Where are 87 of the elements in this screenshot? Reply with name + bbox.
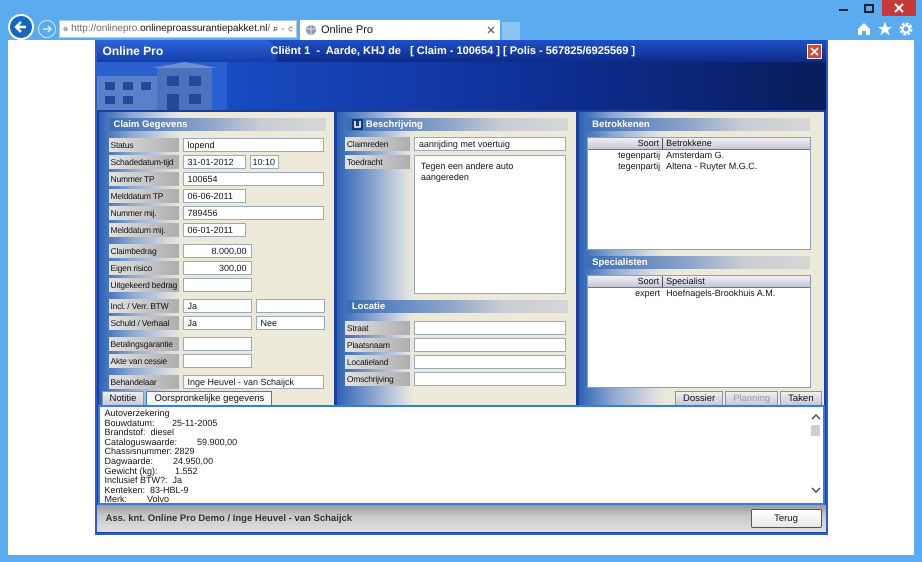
input-field[interactable] [182,337,252,351]
input-field[interactable]: 100654 [182,172,324,186]
section-header: Beschrijving [346,118,568,131]
field-label: Omschrijving [344,372,410,386]
star-icon[interactable] [877,20,893,36]
section-header: Betrokkenen [587,118,810,131]
field-label: Incl. / Verr. BTW [108,299,178,313]
list-cell[interactable]: Hoefnagels-Brookhuis A.M. [663,288,776,299]
input-field[interactable]: aanrijding met voertuig [414,137,566,151]
maximize-icon [864,4,874,12]
field-label: Melddatum mij. [108,223,178,237]
arrow-right-icon [42,24,52,34]
field-label: Akte van cessie [108,354,178,368]
field-label: Schadedatum-tijd [108,155,178,169]
input-field[interactable]: 789456 [182,206,324,220]
close-icon [894,3,904,13]
settings-icon[interactable] [898,20,914,36]
input-field[interactable]: Nee [256,316,324,330]
input-field[interactable]: lopend [182,138,324,152]
field-label: Locatieland [344,355,410,369]
field-label: Betalingsgarantie [108,337,178,351]
input-field[interactable] [414,338,566,352]
tab[interactable]: Dossier [674,391,724,405]
section-header: Claim Gegevens [108,118,326,131]
section-header: Specialisten [587,256,810,269]
status-text: Ass. knt. Online Pro Demo / Inge Heuvel - van Schaijck [106,513,354,524]
window-title: Cliënt 1 - Aarde, KHJ de [ Claim - 100654 ] [ Polis - 567825/6925569 ] [270,45,636,57]
field-label: Status [108,138,178,152]
scroll-up-icon[interactable] [810,413,820,421]
forward-button[interactable] [38,20,56,38]
list-cell[interactable]: tegenpartij [588,161,664,172]
input-field[interactable] [182,354,252,368]
back-button[interactable] [8,14,34,40]
field-label: Nummer TP [108,172,178,186]
list-cell[interactable]: expert [588,288,664,299]
input-field[interactable]: 10:10 [250,155,278,169]
input-field[interactable]: Ja [182,316,252,330]
column-header[interactable]: Specialist [663,276,705,287]
arrow-left-icon [14,20,28,34]
list-cell[interactable]: Altena - Ruyter M.G.C. [663,161,758,172]
browser-tab[interactable]: Online Pro [300,20,500,40]
tab[interactable]: Oorspronkelijke gegevens [146,391,272,405]
input-field[interactable]: 300,00 [182,261,252,275]
input-field[interactable]: 06-01-2011 [182,223,246,237]
field-label: Melddatum TP [108,189,178,203]
column-header[interactable]: Betrokkene [663,138,712,149]
column-header[interactable]: Soort [588,138,664,149]
list-cell[interactable]: Amsterdam G. [663,150,724,161]
text-area[interactable]: Tegen een andere auto aangereden [414,155,566,294]
input-field[interactable] [414,355,566,369]
section-header: Locatie [346,300,568,313]
input-field[interactable]: 06-06-2011 [182,189,246,203]
input-field[interactable]: Ja [182,299,252,313]
field-label: Claimbedrag [108,244,178,258]
field-label: Nummer mij. [108,206,178,220]
home-icon[interactable] [856,20,872,36]
field-label: Straat [344,321,410,335]
field-label: Toedracht [344,155,410,169]
close-button[interactable] [806,44,822,58]
input-field[interactable] [414,321,566,335]
field-label: Schuld / Verhaal [108,316,178,330]
back-button[interactable]: Terug [750,509,822,528]
input-field[interactable]: 31-01-2012 [182,155,246,169]
input-field[interactable] [182,278,252,292]
input-field[interactable] [414,372,566,386]
field-label: Plaatsnaam [344,338,410,352]
scroll-thumb[interactable] [811,425,820,436]
tab[interactable]: Taken [780,391,822,405]
input-field[interactable]: 8.000,00 [182,244,252,258]
globe-icon [305,24,317,36]
field-label: Eigen risico [108,261,178,275]
column-header[interactable]: Soort [588,276,664,287]
close-icon[interactable] [487,26,495,34]
notes-text: Autoverzekering Bouwdatum: 25-11-2005 Brandstof: diesel Cataloguswaarde: 59.900,00 Chassisnummer: 2829 Dagwaarde: 24.950,00 Gewicht (kg): 1.552 Inclusief BTW?: Ja Kenteken: 83-HBL-9 Merk: Volvo [104,407,238,503]
close-button[interactable] [882,0,916,16]
scroll-down-icon[interactable] [810,486,820,494]
tab[interactable]: Notitie [102,391,144,405]
list-cell[interactable]: tegenpartij [588,150,664,161]
field-label: Behandelaar [108,375,178,389]
address-bar[interactable]: http://onlinepro.onlineproassurantiepakket.nl/ [59,20,297,38]
close-icon [810,46,818,56]
field-label: Claimreden [344,137,410,151]
field-label: Uitgekeerd bedrag [108,278,178,292]
input-field[interactable]: Inge Heuvel - van Schaijck [182,375,324,389]
tab: Planning [725,391,778,405]
document-icon [352,119,363,130]
input-field[interactable] [256,299,324,313]
